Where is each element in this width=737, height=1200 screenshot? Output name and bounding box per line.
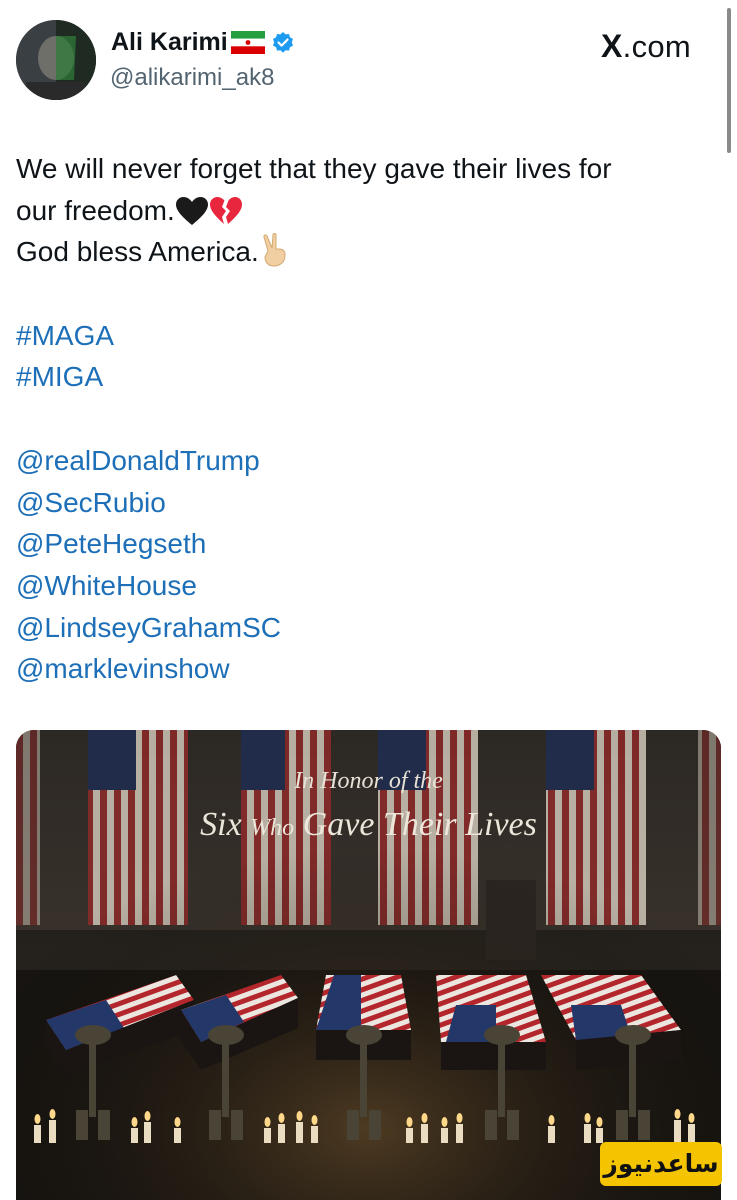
mention-link[interactable]: @LindseyGrahamSC [16, 607, 716, 649]
tweet-line-text: our freedom. [16, 194, 175, 226]
hashtag-link[interactable]: #MAGA [16, 315, 716, 357]
x-logo-icon: X [601, 28, 623, 64]
mention-link[interactable]: @WhiteHouse [16, 565, 716, 607]
tweet-line: We will never forget that they gave thei… [16, 153, 612, 184]
tweet-line: God bless America. [16, 231, 716, 273]
hashtag-link[interactable]: #MIGA [16, 356, 716, 398]
verified-badge-icon [271, 31, 295, 55]
caption-word: Six [200, 806, 242, 843]
watermark-logo: ساعدنیوز [600, 1142, 722, 1186]
x-logo[interactable]: X.com [601, 28, 691, 65]
media-caption-line1: In Honor of the [294, 768, 443, 794]
media-caption-line2: Six Who Gave Their Lives [16, 806, 721, 844]
mention-link[interactable]: @marklevinshow [16, 648, 716, 690]
caption-word: Who [250, 815, 295, 841]
iran-flag-icon [230, 31, 265, 54]
author-name[interactable]: Ali Karimi [111, 28, 228, 57]
memorial-illustration [16, 730, 721, 1200]
avatar[interactable] [16, 20, 96, 100]
tweet-line: our freedom. [16, 190, 716, 232]
author-name-row[interactable]: Ali Karimi [111, 28, 295, 57]
mention-link[interactable]: @PeteHegseth [16, 523, 716, 565]
caption-word: Gave Their Lives [302, 806, 537, 843]
x-logo-suffix: .com [622, 29, 692, 64]
author-handle[interactable]: @alikarimi_ak8 [110, 64, 274, 92]
victory-hand-icon [259, 233, 291, 279]
mention-link[interactable]: @realDonaldTrump [16, 440, 716, 482]
mention-link[interactable]: @SecRubio [16, 482, 716, 524]
tweet-media-image[interactable]: In Honor of the Six Who Gave Their Lives [16, 730, 721, 1200]
tweet-line-text: God bless America. [16, 236, 259, 268]
tweet-text: We will never forget that they gave thei… [16, 148, 716, 690]
tweet-header: Ali Karimi @alikarimi_ak8 X.com [0, 0, 737, 120]
